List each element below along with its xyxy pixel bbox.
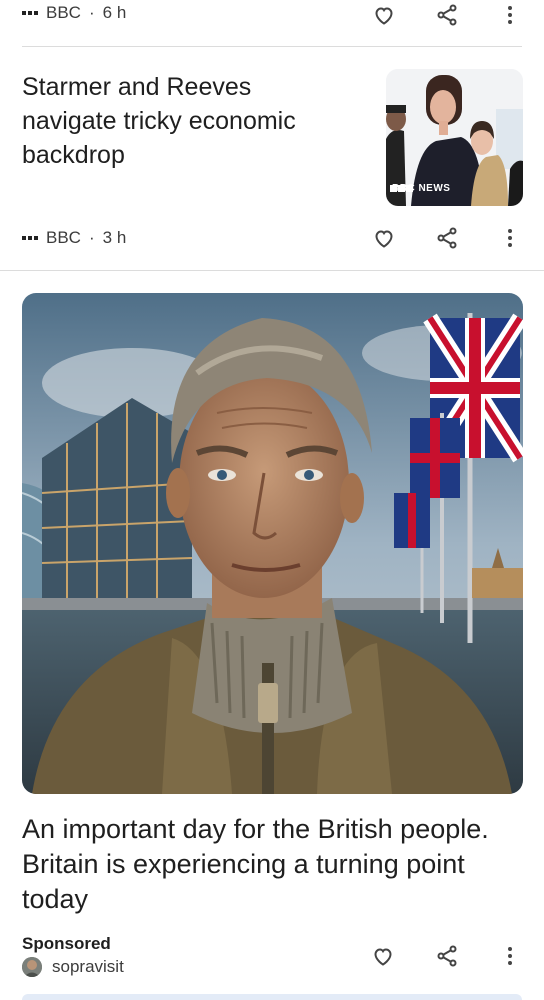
share-button[interactable] [431, 940, 463, 972]
like-button[interactable] [368, 0, 400, 31]
like-button[interactable] [367, 940, 399, 972]
divider [0, 270, 544, 271]
more-vert-icon [508, 6, 512, 24]
sponsored-image[interactable] [22, 293, 523, 794]
share-icon [437, 4, 457, 26]
sponsored-headline[interactable]: An important day for the British people.… [22, 812, 492, 917]
advertiser-avatar [22, 957, 42, 977]
heart-icon [374, 948, 392, 966]
article-time: 3 h [102, 228, 127, 247]
top-source-name: BBC [46, 3, 81, 22]
bbc-logo-icon [22, 11, 38, 15]
portrait-photo [22, 293, 523, 794]
article-thumbnail[interactable]: BBC NEWS [386, 69, 523, 206]
like-button[interactable] [368, 222, 400, 254]
heart-icon [375, 7, 393, 25]
more-vert-icon [508, 947, 512, 965]
more-vert-icon [508, 229, 512, 247]
bbc-logo-icon [22, 236, 38, 240]
share-icon [437, 227, 457, 249]
top-source-row: BBC · 6 h [22, 3, 126, 23]
heart-icon [375, 230, 393, 248]
article-headline[interactable]: Starmer and Reeves navigate tricky econo… [22, 70, 352, 172]
share-button[interactable] [431, 222, 463, 254]
next-card-edge [22, 994, 522, 1000]
article-source-name: BBC [46, 228, 81, 247]
dot-separator: · [88, 228, 95, 247]
avatar-icon [22, 957, 42, 977]
dot-separator: · [88, 3, 95, 22]
thumbnail-watermark: BBC NEWS [392, 183, 451, 194]
share-button[interactable] [431, 0, 463, 31]
advertiser-row[interactable]: sopravisit [22, 957, 124, 977]
share-icon [437, 945, 457, 967]
more-options-button[interactable] [494, 222, 526, 254]
divider [22, 46, 522, 47]
sponsored-label: Sponsored [22, 934, 111, 953]
more-options-button[interactable] [494, 940, 526, 972]
top-time: 6 h [102, 3, 127, 22]
advertiser-name: sopravisit [52, 957, 124, 976]
article-source-row: BBC · 3 h [22, 228, 126, 248]
more-options-button[interactable] [494, 0, 526, 31]
